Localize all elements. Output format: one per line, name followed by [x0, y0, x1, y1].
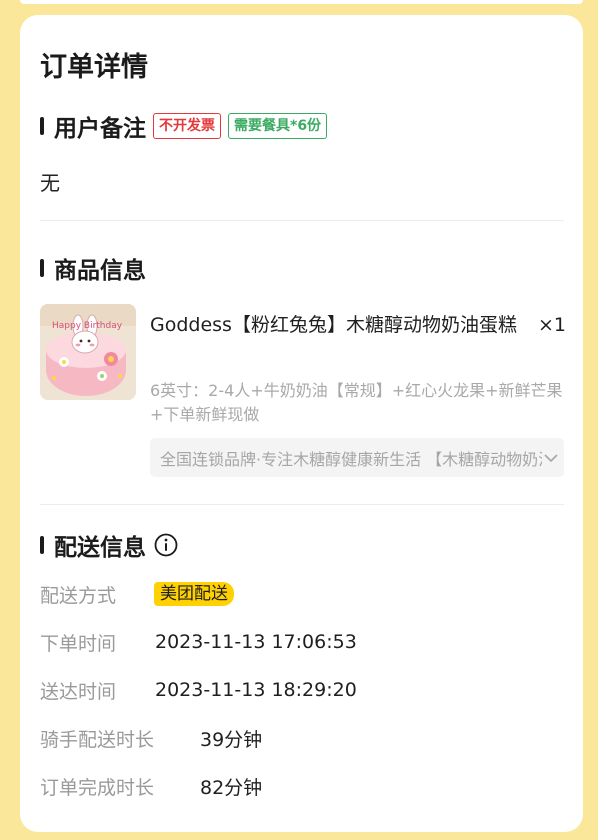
product-section-title: 商品信息 [54, 258, 146, 284]
product-quantity: ×1 [538, 314, 567, 336]
order-complete-duration-label: 订单完成时长 [40, 776, 155, 799]
order-time-value: 2023-11-13 17:06:53 [155, 631, 357, 653]
no-invoice-tag: 不开发票 [153, 113, 221, 139]
delivery-method-label: 配送方式 [40, 584, 117, 607]
order-time-row: 下单时间 2023-11-13 17:06:53 [40, 627, 357, 657]
section-marker [40, 259, 44, 277]
delivery-section-title: 配送信息 [54, 535, 146, 561]
delivered-time-label: 送达时间 [40, 680, 117, 703]
tableware-tag: 需要餐具*6份 [228, 113, 328, 139]
previous-card-edge [20, 0, 583, 4]
delivery-method-row: 配送方式 美团配送 [40, 579, 234, 609]
delivered-time-row: 送达时间 2023-11-13 18:29:20 [40, 675, 357, 705]
remarks-section-header: 用户备注 不开发票 需要餐具*6份 [40, 109, 328, 143]
remarks-section-title: 用户备注 [54, 116, 146, 142]
remark-content: 无 [40, 171, 60, 195]
chevron-down-icon [544, 453, 558, 462]
order-complete-duration-row: 订单完成时长 82分钟 [40, 771, 262, 801]
order-time-label: 下单时间 [40, 632, 117, 655]
section-marker [40, 536, 44, 554]
product-name[interactable]: Goddess【粉红兔兔】木糖醇动物奶油蛋糕 [150, 307, 530, 344]
rider-duration-label: 骑手配送时长 [40, 728, 155, 751]
section-marker [40, 117, 44, 135]
page-title: 订单详情 [40, 52, 148, 83]
delivery-method-badge: 美团配送 [154, 582, 234, 606]
order-complete-duration-value: 82分钟 [200, 776, 263, 799]
order-detail-card: 订单详情 用户备注 不开发票 需要餐具*6份 无 商品信息 Happy Birt… [20, 15, 583, 832]
rider-duration-row: 骑手配送时长 39分钟 [40, 723, 262, 753]
product-section-header: 商品信息 [40, 251, 146, 285]
rider-duration-value: 39分钟 [200, 728, 263, 751]
divider [40, 220, 564, 221]
divider [40, 504, 564, 505]
cake-topper-text: Happy Birthday [52, 321, 123, 331]
product-description-expander[interactable]: 全国连锁品牌·专注木糖醇健康新生活 【木糖醇动物奶油蛋糕】 [150, 438, 564, 477]
product-spec: 6英寸：2-4人+牛奶奶油【常规】+红心火龙果+新鲜芒果+下单新鲜现做 [150, 381, 563, 424]
cake-image: Happy Birthday [40, 304, 136, 400]
delivered-time-value: 2023-11-13 18:29:20 [155, 679, 357, 701]
product-description: 全国连锁品牌·专注木糖醇健康新生活 【木糖醇动物奶油蛋糕】 [160, 449, 542, 469]
info-icon[interactable] [154, 533, 178, 557]
delivery-section-header: 配送信息 [40, 528, 178, 562]
product-image[interactable]: Happy Birthday [40, 304, 136, 400]
